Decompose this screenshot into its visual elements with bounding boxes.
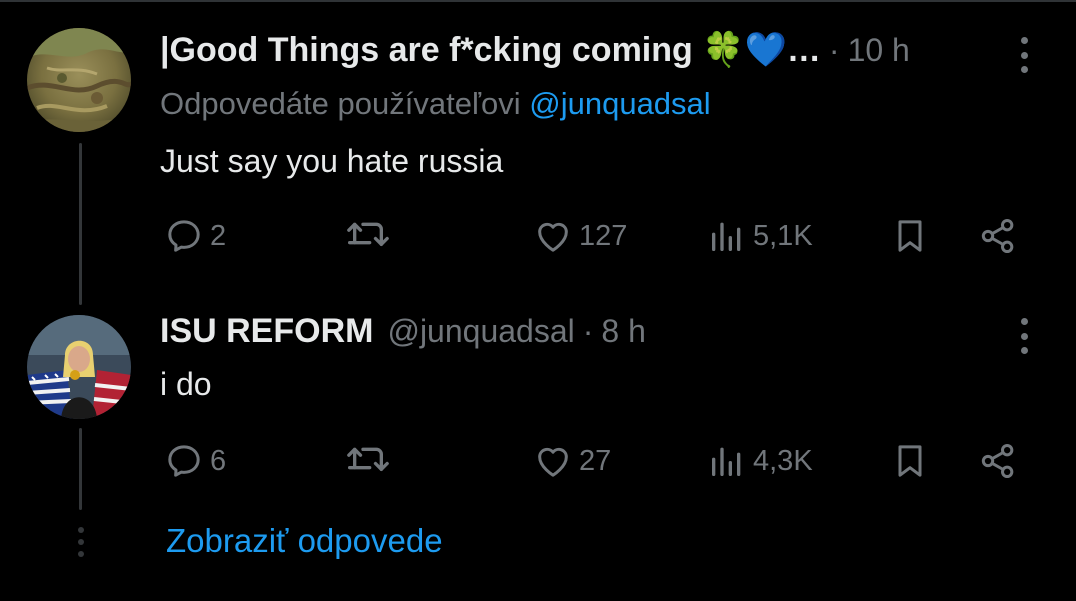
reply-to-prefix: Odpovedáte používateľovi [160,86,521,121]
more-dot-icon [1020,318,1028,325]
avatar[interactable] [27,28,131,132]
like-count: 127 [579,219,628,252]
share-button[interactable] [978,216,1018,256]
reply-context: Odpovedáte používateľovi @junquadsal [160,86,711,122]
reply-to-mention[interactable]: @junquadsal [529,86,710,121]
timestamp[interactable]: 10 h [848,32,910,69]
like-button[interactable]: 27 [533,441,611,481]
share-icon [981,219,1014,253]
dot-icon [78,551,84,557]
more-dot-icon [1020,51,1028,59]
top-divider [0,0,1076,2]
more-options-button[interactable] [1014,37,1034,73]
bookmark-icon [898,220,922,252]
like-button[interactable]: 127 [533,216,627,256]
reply-count: 6 [210,444,227,477]
thread-line [79,143,82,305]
athlete-avatar-icon [27,315,131,419]
avatar[interactable] [27,315,131,419]
bookmark-button[interactable] [890,441,930,481]
author-name[interactable]: |Good Things are f*cking coming 🍀💙… [160,30,821,70]
bookmark-icon [898,445,922,477]
tweet-text: i do [160,366,212,402]
separator-dot: · [828,31,840,68]
more-dot-icon [1020,347,1028,354]
heart-icon [538,447,568,477]
views-count: 5,1K [753,219,813,252]
bookmark-button[interactable] [890,216,930,256]
painting-avatar-icon [27,28,131,132]
reply-icon [168,445,200,477]
timestamp[interactable]: 8 h [601,313,645,350]
retweet-icon [347,447,389,471]
author-name[interactable]: ISU REFORM [160,312,373,351]
reply-button[interactable]: 2 [164,216,226,256]
views-chart-icon [712,222,741,251]
share-icon [981,444,1014,478]
thread-continuation-dots [76,527,86,557]
more-options-button[interactable] [1014,318,1034,354]
more-dot-icon [1020,66,1028,73]
retweet-button[interactable] [344,216,398,256]
views-button[interactable]: 4,3K [707,441,813,481]
more-dot-icon [1020,37,1028,44]
reply-count: 2 [210,219,227,252]
reply-button[interactable]: 6 [164,441,226,481]
dot-icon [78,527,84,533]
more-dot-icon [1020,332,1028,340]
thread-line [79,428,82,510]
dot-icon [78,539,84,545]
retweet-icon [347,222,389,246]
share-button[interactable] [978,441,1018,481]
views-button[interactable]: 5,1K [707,216,813,256]
views-chart-icon [712,447,741,476]
separator-dot: · [582,313,594,349]
tweet-text: Just say you hate russia [160,143,504,179]
views-count: 4,3K [753,444,813,477]
heart-icon [538,222,568,252]
retweet-button[interactable] [344,441,398,481]
author-handle[interactable]: @junquadsal [387,313,574,350]
show-replies-link[interactable]: Zobraziť odpovede [166,522,443,560]
like-count: 27 [579,444,612,477]
reply-icon [168,220,200,252]
